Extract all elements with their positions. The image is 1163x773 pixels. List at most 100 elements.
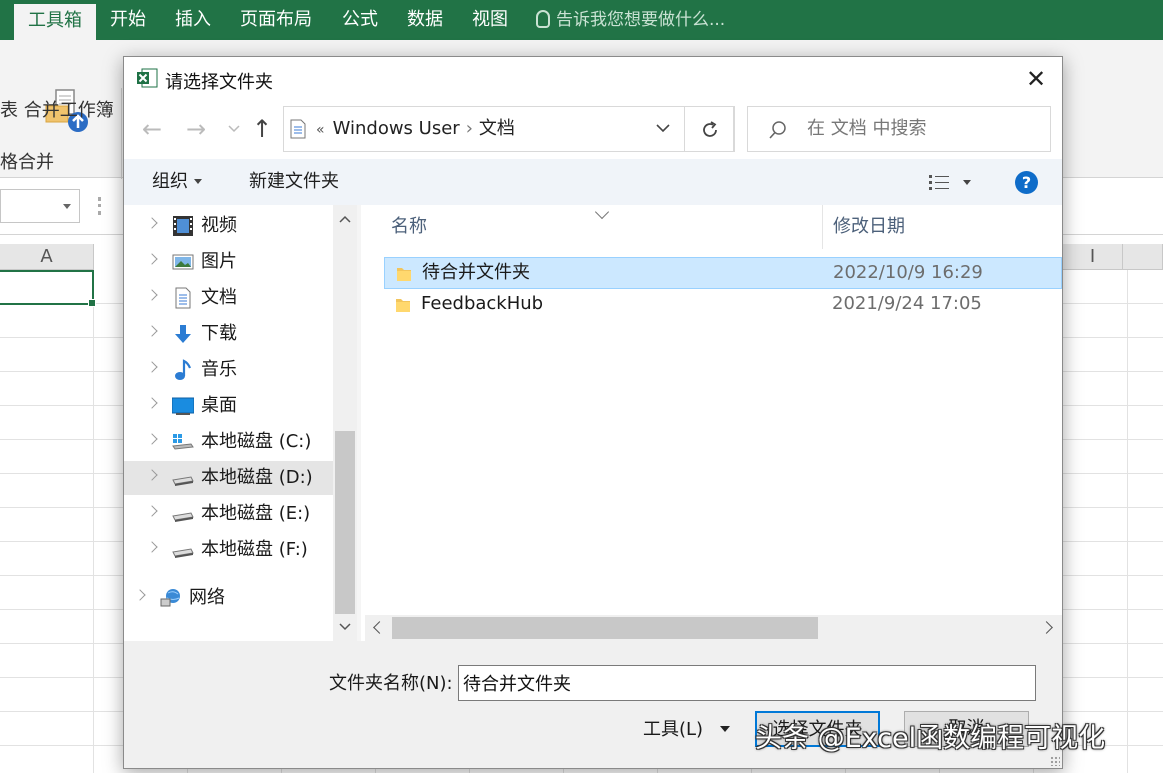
folder-icon — [396, 299, 410, 312]
name-box[interactable] — [0, 189, 80, 223]
column-header-i[interactable]: I — [1063, 244, 1123, 270]
chevron-right-icon[interactable] — [146, 361, 158, 373]
select-folder-dialog: 请选择文件夹 ✕ ← → ↑ « Windows User › 文档 在 文档 中搜索… — [123, 56, 1063, 769]
breadcrumb-documents[interactable]: 文档 — [479, 118, 515, 139]
scroll-up-icon[interactable] — [339, 215, 351, 223]
file-list: 名称 修改日期 待合并文件夹 2022/10/9 16:29 FeedbackH… — [361, 204, 1062, 641]
nav-item-drive-f[interactable]: 本地磁盘 (F:) — [124, 533, 333, 567]
forward-icon[interactable]: → — [186, 117, 206, 141]
chevron-right-icon[interactable] — [134, 589, 146, 601]
ribbon-group-label: 格合并 — [0, 152, 54, 173]
nav-item-drive-c[interactable]: 本地磁盘 (C:) — [124, 425, 333, 459]
breadcrumb-windows-user[interactable]: Windows User — [333, 118, 460, 139]
nav-item-desktop[interactable]: 桌面 — [124, 389, 333, 423]
column-header-a[interactable]: A — [0, 244, 94, 270]
organize-label: 组织 — [152, 171, 188, 192]
column-header[interactable] — [1123, 244, 1163, 270]
recent-chevron-icon[interactable] — [228, 125, 240, 133]
nav-item-music[interactable]: 音乐 — [124, 353, 333, 387]
video-icon — [173, 216, 193, 236]
nav-label: 网络 — [189, 587, 225, 608]
column-separator[interactable] — [822, 205, 823, 249]
help-icon[interactable]: ? — [1015, 171, 1038, 194]
tab-home[interactable]: 开始 — [100, 0, 156, 40]
scroll-right-icon[interactable] — [1040, 621, 1053, 634]
folder-name-field[interactable] — [458, 665, 1036, 701]
folder-name-label: 文件夹名称(N): — [329, 673, 453, 694]
chevron-right-icon[interactable] — [146, 325, 158, 337]
nav-item-drive-e[interactable]: 本地磁盘 (E:) — [124, 497, 333, 531]
tab-data[interactable]: 数据 — [397, 0, 453, 40]
watermark: 头条 @Excel函数编程可视化 — [755, 723, 1106, 754]
file-row[interactable]: FeedbackHub 2021/9/24 17:05 — [384, 289, 1062, 321]
scrollbar-thumb[interactable] — [335, 431, 355, 614]
command-bar: 组织 新建文件夹 ? — [124, 159, 1062, 205]
breadcrumb-separator-icon[interactable]: › — [466, 118, 473, 139]
drive-icon — [172, 512, 194, 522]
organize-menu[interactable]: 组织 — [152, 159, 202, 205]
tab-toolbox[interactable]: 工具箱 — [14, 4, 96, 40]
resize-grip-icon[interactable] — [1050, 756, 1060, 766]
search-box[interactable]: 在 文档 中搜索 — [747, 106, 1051, 152]
nav-item-downloads[interactable]: 下载 — [124, 317, 333, 351]
nav-scrollbar[interactable] — [333, 205, 357, 641]
nav-label: 本地磁盘 (E:) — [201, 503, 311, 524]
nav-label: 文档 — [201, 287, 237, 308]
chevron-right-icon[interactable] — [146, 217, 158, 229]
network-icon — [160, 589, 180, 607]
chevron-right-icon[interactable] — [146, 505, 158, 517]
address-bar[interactable]: « Windows User › 文档 — [283, 106, 735, 152]
column-modified[interactable]: 修改日期 — [833, 205, 905, 249]
file-date: 2022/10/9 16:29 — [833, 262, 983, 283]
tools-menu[interactable]: 工具(L) — [643, 715, 703, 745]
file-name: FeedbackHub — [421, 293, 544, 314]
nav-item-network[interactable]: 网络 — [124, 581, 333, 615]
nav-label: 本地磁盘 (D:) — [201, 467, 313, 488]
nav-label: 音乐 — [201, 359, 237, 380]
chevron-down-icon[interactable] — [963, 180, 971, 185]
lightbulb-icon — [536, 10, 550, 28]
chevron-right-icon[interactable] — [146, 433, 158, 445]
back-icon[interactable]: ← — [142, 117, 162, 141]
column-name[interactable]: 名称 — [391, 205, 427, 249]
tab-page-layout[interactable]: 页面布局 — [232, 0, 320, 40]
scroll-down-icon[interactable] — [339, 623, 351, 631]
address-overflow[interactable]: « — [316, 122, 325, 138]
tab-formulas[interactable]: 公式 — [332, 0, 388, 40]
navigation-pane: 视频 图片 文档 下载 音乐 桌面 本地磁盘 (C:) 本地磁盘 (D:) 本地… — [124, 205, 357, 641]
nav-item-drive-d[interactable]: 本地磁盘 (D:) — [124, 461, 333, 495]
active-cell[interactable] — [0, 270, 96, 307]
nav-item-pictures[interactable]: 图片 — [124, 245, 333, 279]
chevron-down-icon — [194, 179, 202, 184]
new-folder-button[interactable]: 新建文件夹 — [249, 159, 339, 205]
tell-me-box[interactable]: 告诉我您想要做什么... — [536, 0, 725, 40]
scrollbar-thumb[interactable] — [392, 617, 818, 639]
nav-item-documents[interactable]: 文档 — [124, 281, 333, 315]
sort-chevron-icon — [594, 204, 610, 220]
chevron-right-icon[interactable] — [146, 469, 158, 481]
close-icon[interactable]: ✕ — [1024, 67, 1048, 91]
desktop-icon — [172, 397, 194, 415]
chevron-down-icon[interactable] — [720, 726, 730, 732]
drive-c-icon — [172, 434, 194, 450]
scroll-left-icon[interactable] — [373, 621, 386, 634]
chevron-right-icon[interactable] — [146, 289, 158, 301]
file-date: 2021/9/24 17:05 — [832, 293, 982, 314]
refresh-button[interactable] — [684, 106, 734, 152]
refresh-icon — [703, 121, 717, 137]
chevron-right-icon[interactable] — [146, 253, 158, 265]
chevron-right-icon[interactable] — [146, 541, 158, 553]
chevron-down-icon — [63, 204, 71, 209]
chevron-down-icon[interactable] — [656, 121, 670, 135]
search-placeholder: 在 文档 中搜索 — [807, 118, 927, 139]
tab-view[interactable]: 视图 — [462, 0, 518, 40]
nav-label: 下载 — [201, 323, 237, 344]
chevron-right-icon[interactable] — [146, 397, 158, 409]
details-view-icon[interactable] — [928, 173, 950, 193]
nav-item-videos[interactable]: 视频 — [124, 209, 333, 243]
up-icon[interactable]: ↑ — [252, 117, 272, 141]
horizontal-scrollbar[interactable] — [365, 615, 1062, 641]
merge-workbook-label[interactable]: 表 合并工作簿 — [0, 96, 114, 122]
file-row-selected[interactable]: 待合并文件夹 2022/10/9 16:29 — [384, 257, 1062, 289]
tab-insert[interactable]: 插入 — [164, 0, 222, 40]
